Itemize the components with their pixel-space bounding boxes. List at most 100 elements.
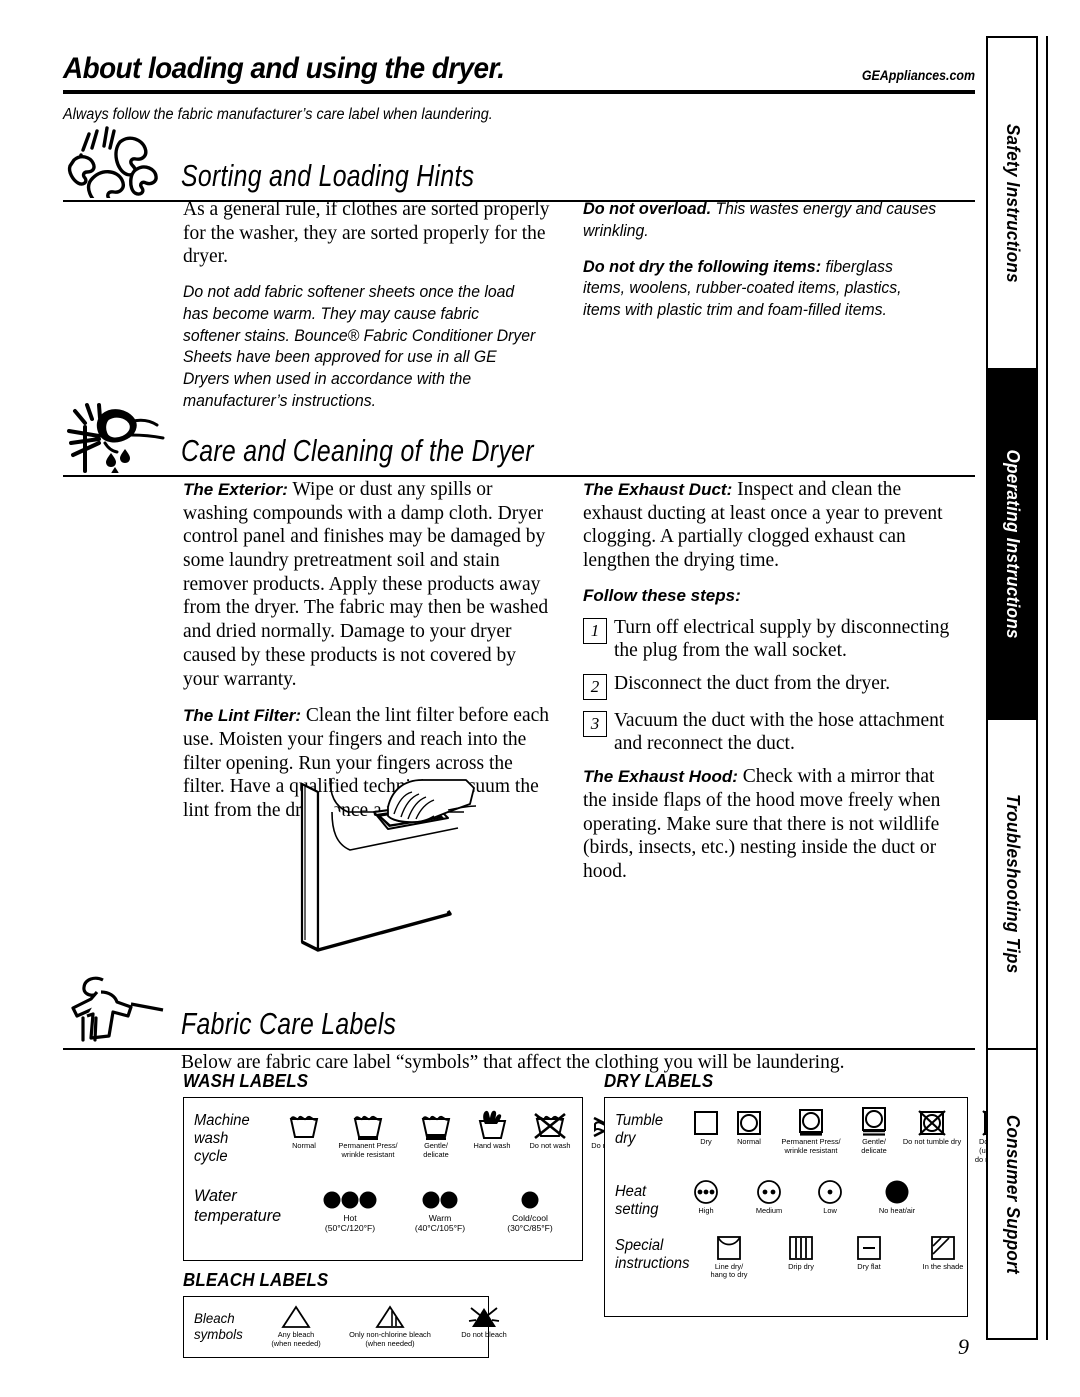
tumble-normal-icon: Normal [727, 1106, 771, 1147]
caption: Normal [292, 1141, 316, 1150]
caption: Gentle/delicate [861, 1137, 887, 1155]
circle-two-dots-icon: Medium [747, 1177, 791, 1216]
section-care-and-cleaning: Care and Cleaning of the Dryer [63, 403, 975, 478]
caption: No heat/air [878, 1205, 916, 1215]
row-label-machine-wash-cycle: Machine wash cycle [194, 1112, 250, 1165]
lead-the-exhaust-duct: The Exhaust Duct: [583, 480, 733, 499]
circle-three-dots-icon: High [687, 1177, 725, 1216]
washtub-one-bar-icon: Permanent Press/wrinkle resistant [331, 1106, 405, 1160]
paragraph-do-not-dry: Do not dry the following items: fibergla… [583, 256, 938, 322]
water-temperature-row: Water temperature Hot (50°C/120°F) Warm (40… [194, 1180, 574, 1234]
wash-labels-box: Machine wash cycle Normal Permanent Press/… [183, 1097, 633, 1261]
bleach-symbols-row: Bleach symbols Any bleach (when needed) On… [194, 1303, 507, 1349]
caption: Dry [700, 1137, 712, 1146]
bleach-labels-heading: BLEACH LABELS [183, 1270, 329, 1290]
step-text: Disconnect the duct from the dryer. [614, 672, 891, 694]
tab-label: Operating Instructions [1002, 449, 1023, 639]
cleaning-cloth-icon [63, 397, 171, 478]
two-dots-icon: Warm (40°C/105°F) [402, 1186, 478, 1234]
header-divider [63, 90, 975, 94]
one-dot-icon: Cold/cool (30°C/85°F) [492, 1186, 568, 1234]
three-dots-icon: Hot (50°C/120°F) [312, 1186, 388, 1234]
paragraph-the-exhaust-duct: The Exhaust Duct: Inspect and clean the … [583, 478, 955, 573]
bleach-labels-box: Bleach symbols Any bleach (when needed) On… [183, 1296, 507, 1358]
caption: In the shade [922, 1261, 964, 1271]
caption: Hand wash [473, 1141, 511, 1150]
dry-flat-icon: Dry flat [847, 1231, 891, 1272]
line-dry-icon: Line dry/hang to dry [703, 1231, 755, 1281]
sorting-left-column: As a general rule, if clothes are sorted… [183, 198, 555, 426]
row-label-bleach-symbols: Bleach symbols [194, 1310, 243, 1343]
step-item: 2 Disconnect the duct from the dryer. [583, 672, 955, 700]
caption: Line dry/hang to dry [710, 1261, 748, 1280]
caption: Only non-chlorine bleach (when needed) [349, 1330, 431, 1348]
heat-setting-row: Heat setting High Medium Low No heat/air [615, 1177, 961, 1219]
do-not-tumble-dry-icon: Do not tumble dry [899, 1106, 965, 1147]
tumble-two-bar-icon: Gentle/delicate [851, 1106, 897, 1156]
caption: Dry flat [857, 1261, 881, 1271]
caption: Low [823, 1205, 837, 1215]
step-item: 3 Vacuum the duct with the hose attachme… [583, 709, 955, 756]
tumble-one-bar-icon: Permanent Press/wrinkle resistant [773, 1106, 849, 1156]
step-text: Turn off electrical supply by disconnect… [614, 616, 950, 662]
caption: Medium [755, 1205, 783, 1215]
step-number: 3 [583, 710, 607, 737]
caption: Do not tumble dry [902, 1137, 962, 1146]
dry-labels-box: Tumble dry Dry Normal Permanent Press/ w… [604, 1097, 1017, 1317]
triangle-stripes-icon: Only non-chlorine bleach (when needed) [334, 1303, 446, 1349]
wash-labels-group: WASH LABELS Machine wash cycle Normal Pe… [183, 1071, 633, 1261]
paragraph-do-not-overload: Do not overload. This wastes energy and … [583, 198, 938, 243]
washtub-two-bar-icon: Gentle/delicate [410, 1106, 462, 1160]
section-title: Care and Cleaning of the Dryer [181, 433, 534, 468]
page-header: About loading and using the dryer. GEApp… [63, 52, 975, 124]
caption: Drip dry [788, 1261, 814, 1271]
row-label-water-temperature: Water temperature [194, 1185, 282, 1225]
caption: Cold/cool (30°C/85°F) [507, 1212, 553, 1234]
manual-page: About loading and using the dryer. GEApp… [0, 0, 1080, 1397]
sorting-columns: As a general rule, if clothes are sorted… [183, 198, 955, 426]
filled-circle-icon: No heat/air [869, 1177, 925, 1216]
caption: Warm (40°C/105°F) [414, 1212, 466, 1234]
sidebar-item-consumer-support[interactable]: Consumer Support [988, 1048, 1036, 1338]
row-label-heat-setting: Heat setting [615, 1182, 659, 1218]
caption: Permanent Press/wrinkle resistant [781, 1137, 841, 1155]
section-divider [63, 475, 975, 477]
text-the-exterior: Wipe or dust any spills or washing compo… [183, 479, 549, 690]
caption: Do not bleach [461, 1330, 507, 1339]
section-fabric-care-labels: Fabric Care Labels [63, 976, 975, 1050]
brand-url: GEAppliances.com [861, 68, 975, 83]
care-right-column: The Exhaust Duct: Inspect and clean the … [583, 478, 955, 897]
dryer-lint-filter-illustration [288, 772, 588, 987]
dry-labels-group: DRY LABELS Tumble dry Dry Normal Permane… [604, 1071, 1017, 1317]
paragraph-the-exhaust-hood: The Exhaust Hood: Check with a mirror th… [583, 765, 955, 883]
tab-label: Consumer Support [1002, 1114, 1023, 1274]
section-title: Fabric Care Labels [181, 1006, 397, 1041]
do-not-bleach-icon: Do not bleach [450, 1303, 518, 1340]
tumble-dry-row: Tumble dry Dry Normal Permanent Press/ w… [615, 1106, 1017, 1165]
paragraph-the-exterior: The Exterior: Wipe or dust any spills or… [183, 478, 555, 691]
machine-wash-cycle-row: Machine wash cycle Normal Permanent Press/… [194, 1106, 633, 1166]
tab-label: Troubleshooting Tips [1002, 794, 1023, 974]
lead-the-exterior: The Exterior: [183, 480, 288, 499]
washtub-normal-icon: Normal [282, 1106, 326, 1151]
lead-do-not-dry: Do not dry the following items: [583, 256, 822, 276]
sidebar-item-operating-instructions[interactable]: Operating Instructions [988, 368, 1036, 718]
sidebar-item-safety-instructions[interactable]: Safety Instructions [988, 38, 1036, 368]
lead-do-not-overload: Do not overload. [583, 199, 712, 218]
sorting-right-column: Do not overload. This wastes energy and … [583, 198, 955, 426]
tab-label: Safety Instructions [1002, 123, 1023, 283]
paragraph-softener-sheets: Do not add fabric softener sheets once t… [183, 283, 536, 410]
steps-heading: Follow these steps: [583, 585, 741, 605]
sidebar-item-troubleshooting-tips[interactable]: Troubleshooting Tips [988, 718, 1036, 1048]
circle-one-dot-icon: Low [813, 1177, 847, 1216]
rail-outer-rule [1046, 36, 1048, 1340]
step-number: 2 [583, 673, 607, 700]
square-dry-icon: Dry [687, 1106, 725, 1147]
drip-dry-icon: Drip dry [779, 1231, 823, 1272]
paragraph-general-rule: As a general rule, if clothes are sorted… [183, 199, 550, 268]
wash-labels-heading: WASH LABELS [183, 1071, 309, 1091]
in-the-shade-icon: In the shade [915, 1231, 971, 1272]
special-instructions-row: Special instructions Line dry/hang to dry… [615, 1231, 963, 1281]
caption: Permanent Press/wrinkle resistant [338, 1141, 398, 1159]
tumbling-clothes-icon [63, 122, 171, 208]
